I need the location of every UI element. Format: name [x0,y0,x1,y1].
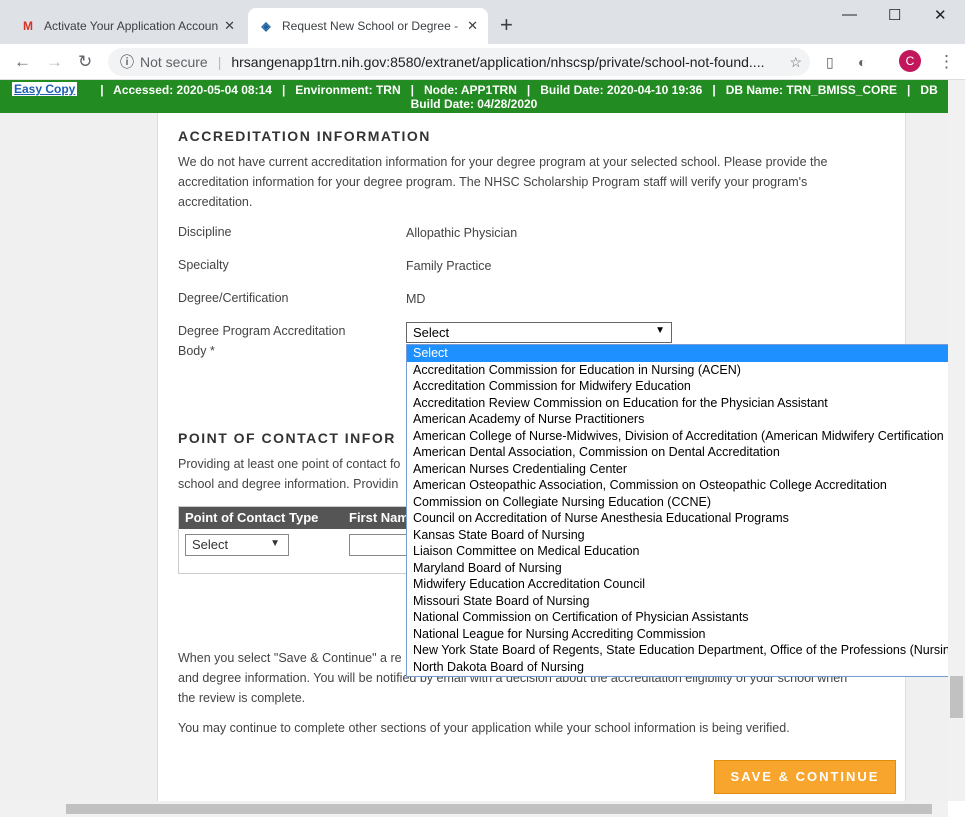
forward-icon[interactable]: → [46,52,63,72]
discipline-value: Allopathic Physician [406,226,518,240]
chevron-down-icon: ▼ [270,538,280,549]
extension-icon[interactable]: ▯ [826,54,834,71]
reload-icon[interactable]: ↻ [78,52,92,72]
accreditation-body-options[interactable]: Select Accreditation Commission for Educa… [406,344,965,677]
gmail-icon: M [23,19,33,33]
dropdown-option[interactable]: Accreditation Review Commission on Educa… [407,395,965,412]
tab-title: Request New School or Degree - [282,19,459,33]
close-tab-icon[interactable]: ✕ [224,18,235,34]
dropdown-option[interactable]: National Commission on Certification of … [407,609,965,626]
dropdown-option[interactable]: Maryland Board of Nursing [407,560,965,577]
new-tab-button[interactable]: + [500,12,513,38]
chevron-down-icon: ▼ [655,325,665,336]
dropdown-option[interactable]: National League for Nursing Accrediting … [407,626,965,643]
dropdown-option[interactable]: American Osteopathic Association, Commis… [407,477,965,494]
maximize-button[interactable]: ☐ [888,6,901,24]
close-tab-icon[interactable]: ✕ [467,18,478,34]
back-icon[interactable]: ← [14,52,31,72]
specialty-label: Specialty [178,258,229,272]
url-bar[interactable]: ⓘ Not secure | hrsangenapp1trn.nih.gov:8… [108,48,810,76]
dropdown-option[interactable]: Select [407,345,965,362]
dropdown-option[interactable]: Commission on Collegiate Nursing Educati… [407,494,965,511]
close-window-button[interactable]: ✕ [934,6,947,24]
env-info: | Accessed: 2020-05-04 08:14 | Environme… [100,83,938,97]
bookmark-star-icon[interactable]: ☆ [789,54,802,71]
footer-text-3: the review is complete. [178,691,306,705]
col-contact-type: Point of Contact Type [185,510,319,525]
specialty-value: Family Practice [406,259,492,273]
tab-gmail[interactable]: M Activate Your Application Accoun ✕ [10,8,245,44]
dropdown-option[interactable]: North Dakota Board of Nursing [407,659,965,676]
dropdown-option[interactable]: Accreditation Commission for Midwifery E… [407,378,965,395]
discipline-label: Discipline [178,225,232,239]
accreditation-body-select[interactable]: Select ▼ [406,322,672,343]
dropdown-option[interactable]: American College of Nurse-Midwives, Divi… [407,428,965,445]
tab-request-school[interactable]: ◈ Request New School or Degree - ✕ [248,8,488,44]
save-continue-button[interactable]: SAVE & CONTINUE [714,760,896,794]
label-line: Degree Program Accreditation [178,324,346,338]
dropdown-option[interactable]: New York State Board of Regents, State E… [407,642,965,659]
dropdown-option[interactable]: American Nurses Credentialing Center [407,461,965,478]
accreditation-body-label: Degree Program Accreditation Body * [178,321,345,361]
extension-icon-2[interactable]: ◐ [858,54,866,70]
tab-bar: M Activate Your Application Accoun ✕ ◈ Requ… [0,0,965,44]
dropdown-option[interactable]: Liaison Committee on Medical Education [407,543,965,560]
poc-heading: POINT OF CONTACT INFOR [178,430,396,446]
dropdown-option[interactable]: Kansas State Board of Nursing [407,527,965,544]
selected-value: Select [192,537,229,552]
avatar[interactable]: C [899,50,921,72]
dropdown-option[interactable]: American Dental Association, Commission … [407,444,965,461]
horizontal-scrollbar[interactable] [0,801,948,817]
easy-copy-link[interactable]: Easy Copy [12,82,78,96]
degree-label: Degree/Certification [178,291,289,305]
accreditation-intro-2: accreditation information for your degre… [178,175,808,189]
menu-icon[interactable]: ⋮ [938,52,955,72]
scroll-thumb[interactable] [66,804,932,814]
dropdown-option[interactable]: Midwifery Education Accreditation Counci… [407,576,965,593]
accreditation-intro-3: accreditation. [178,195,253,209]
scroll-thumb[interactable] [950,676,963,718]
divider: | [217,54,222,70]
selected-value: Select [413,325,450,340]
footer-text-4: You may continue to complete other secti… [178,721,790,735]
address-bar-row: ← → ↻ ⓘ Not secure | hrsangenapp1trn.nih… [0,44,965,80]
label-line: Body * [178,344,215,358]
degree-value: MD [406,292,426,306]
vertical-scrollbar[interactable] [948,80,965,801]
dropdown-option[interactable]: Missouri State Board of Nursing [407,593,965,610]
minimize-button[interactable]: — [842,6,857,23]
hrsa-icon: ◈ [261,19,271,33]
dropdown-option[interactable]: Accreditation Commission for Education i… [407,362,965,379]
dropdown-option[interactable]: Council on Accreditation of Nurse Anesth… [407,510,965,527]
accreditation-intro-1: We do not have current accreditation inf… [178,155,828,169]
security-label: Not secure [140,54,208,70]
db-build-date: Build Date: 04/28/2020 [410,97,538,111]
url-text[interactable]: hrsangenapp1trn.nih.gov:8580/extranet/ap… [231,54,789,70]
contact-type-select[interactable]: Select ▼ [185,534,289,556]
accreditation-heading: ACCREDITATION INFORMATION [178,128,431,144]
tab-title: Activate Your Application Accoun [44,19,219,33]
col-first-name: First Nam [349,510,409,525]
info-icon[interactable]: ⓘ [120,52,134,72]
environment-bar: Easy Copy | Accessed: 2020-05-04 08:14 |… [0,80,948,113]
dropdown-option[interactable]: American Academy of Nurse Practitioners [407,411,965,428]
